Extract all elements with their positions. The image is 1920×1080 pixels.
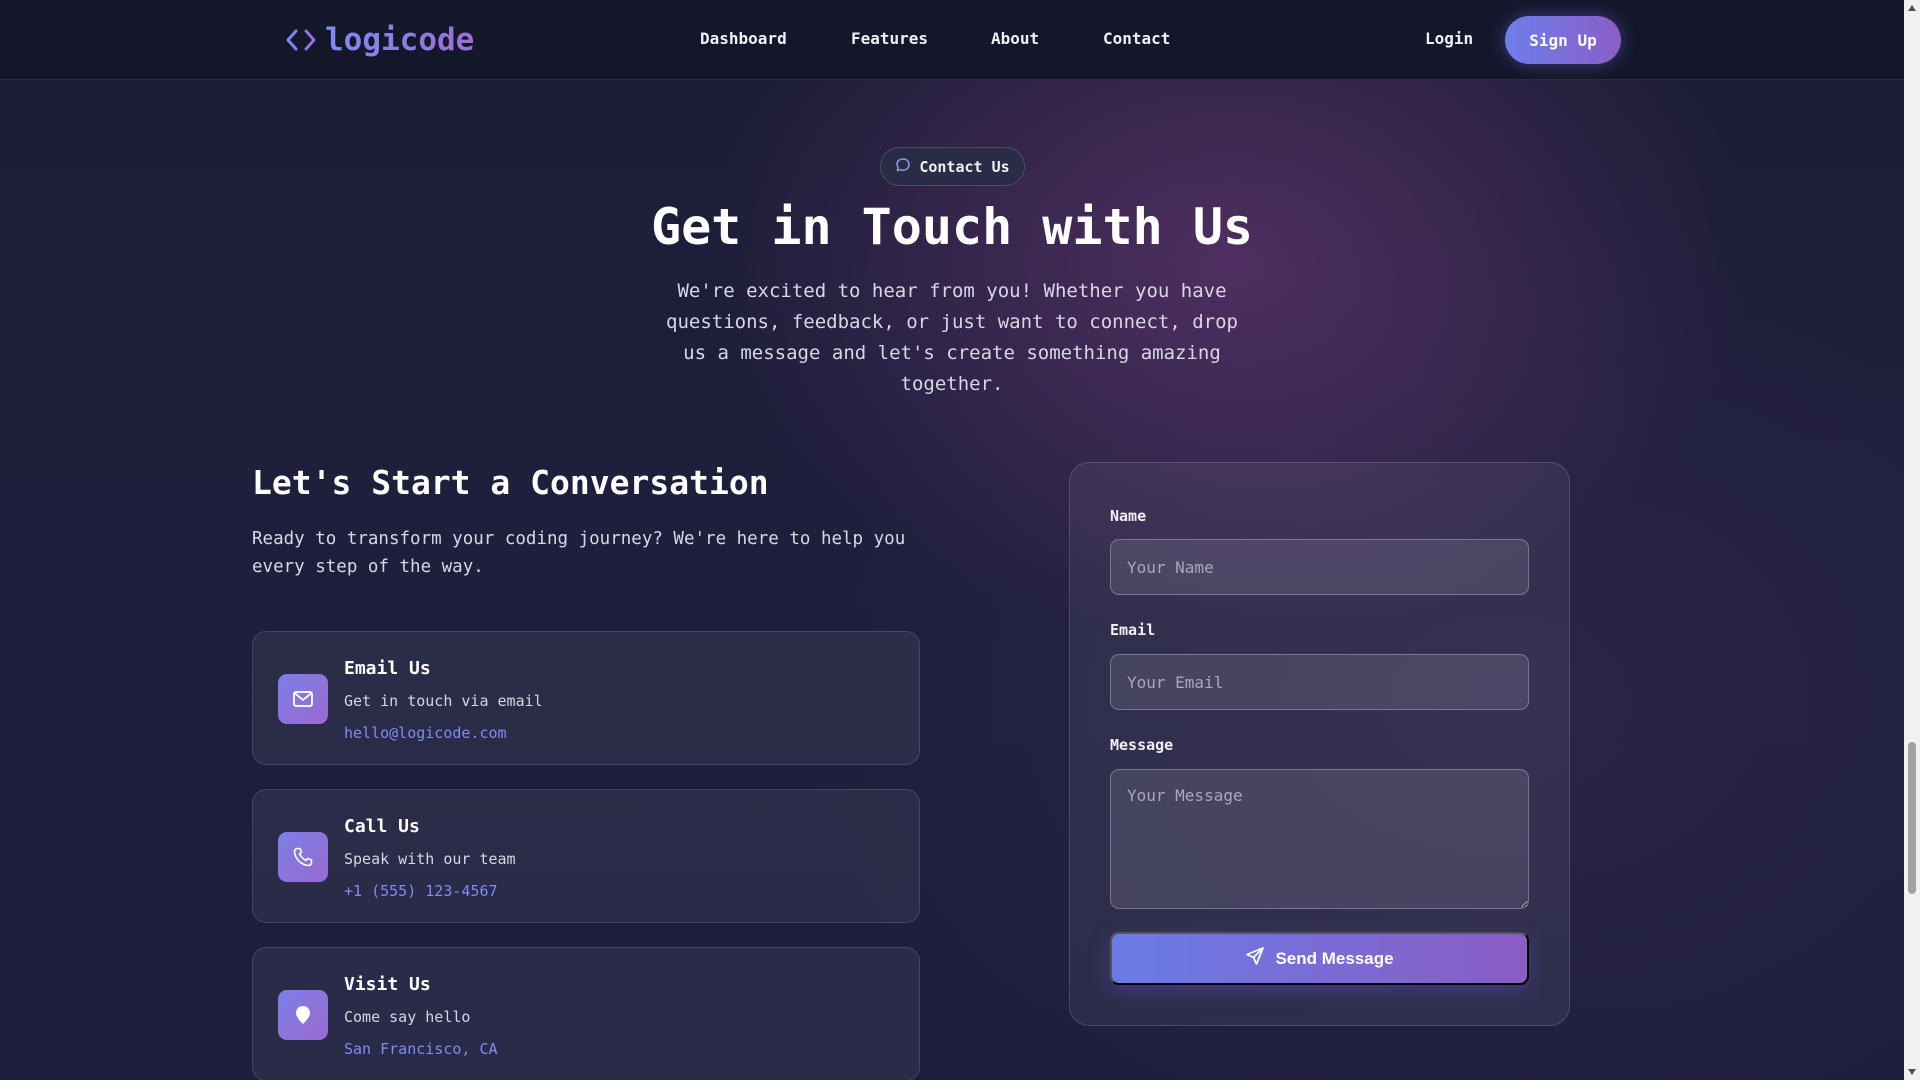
send-icon	[1245, 946, 1265, 971]
top-nav: logicode Dashboard Features About Contac…	[0, 0, 1904, 80]
location-card: Visit Us Come say hello San Francisco, C…	[252, 947, 920, 1080]
name-label: Name	[1110, 507, 1147, 525]
conversation-subtitle: Ready to transform your coding journey? …	[252, 529, 906, 577]
map-pin-icon	[278, 990, 328, 1040]
message-textarea[interactable]	[1110, 769, 1529, 909]
email-label: Email	[1110, 621, 1156, 639]
send-message-button[interactable]: Send Message	[1110, 932, 1529, 985]
card-title: Visit Us	[344, 974, 431, 995]
code-brackets-icon	[285, 20, 317, 60]
send-message-label: Send Message	[1275, 948, 1394, 968]
card-desc: Come say hello	[344, 1008, 471, 1026]
location-link[interactable]: San Francisco, CA	[344, 1040, 498, 1058]
phone-link[interactable]: +1 (555) 123-4567	[344, 882, 498, 900]
scrollbar-thumb[interactable]	[1908, 742, 1916, 894]
signup-button[interactable]: Sign Up	[1505, 16, 1621, 64]
login-link[interactable]: Login	[1425, 29, 1473, 48]
scroll-up-arrow-icon[interactable]	[1904, 0, 1920, 16]
card-desc: Speak with our team	[344, 850, 516, 868]
mail-icon	[278, 674, 328, 724]
nav-link-contact[interactable]: Contact	[1103, 29, 1170, 48]
email-link[interactable]: hello@logicode.com	[344, 724, 507, 742]
nav-link-about[interactable]: About	[991, 29, 1039, 48]
scrollbar[interactable]	[1904, 0, 1920, 1080]
name-input[interactable]	[1110, 539, 1529, 595]
email-card: Email Us Get in touch via email hello@lo…	[252, 631, 920, 765]
chat-bubble-icon	[895, 157, 911, 177]
conversation-title: Let's Start a Conversation	[252, 463, 769, 502]
message-label: Message	[1110, 736, 1174, 754]
card-title: Call Us	[344, 816, 420, 837]
nav-link-features[interactable]: Features	[851, 29, 928, 48]
page-title: Get in Touch with Us	[650, 198, 1254, 256]
logo[interactable]: logicode	[285, 20, 474, 60]
nav-link-dashboard[interactable]: Dashboard	[700, 29, 787, 48]
card-desc: Get in touch via email	[344, 692, 543, 710]
phone-icon	[278, 832, 328, 882]
logo-text: logicode	[325, 22, 475, 58]
phone-card: Call Us Speak with our team +1 (555) 123…	[252, 789, 920, 923]
scroll-down-arrow-icon[interactable]	[1904, 1064, 1920, 1080]
contact-form: Name Email Message Send Message	[1069, 462, 1570, 1026]
card-title: Email Us	[344, 658, 431, 679]
contact-badge-label: Contact Us	[919, 157, 1010, 176]
page-subtitle: We're excited to hear from you! Whether …	[666, 280, 1238, 395]
contact-badge: Contact Us	[880, 147, 1025, 186]
email-input[interactable]	[1110, 654, 1529, 710]
